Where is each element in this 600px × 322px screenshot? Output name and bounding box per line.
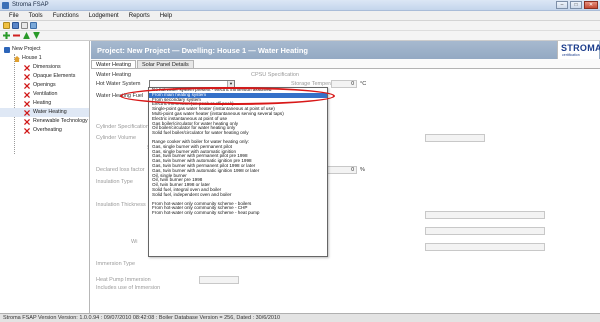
tree-item-label: New Project (12, 46, 41, 52)
tree-item-overheating[interactable]: Overheating (0, 126, 89, 135)
menu-bar: File Tools Functions Lodgement Reports H… (0, 11, 600, 21)
project-tree: New Project House 1 Dimensions Opaque El… (0, 41, 90, 313)
tree-item-water-heating[interactable]: Water Heating (0, 108, 89, 117)
cylinder-volume-input[interactable] (425, 134, 485, 142)
tree-item-house[interactable]: House 1 (0, 54, 89, 63)
declared-loss-factor-label: Declared loss factor (96, 167, 145, 173)
tree-item-label: Opaque Elements (33, 73, 76, 79)
page-banner: Project: New Project — Dwelling: House 1… (91, 41, 600, 59)
storage-temperature-unit: °C (360, 81, 367, 87)
insulation-thickness-label: Insulation Thickness (96, 202, 146, 208)
save-icon[interactable] (12, 22, 19, 29)
water-heating-fuel-label: Water Heating Fuel (96, 93, 144, 99)
cylinder-volume-label: Cylinder Volume (96, 135, 137, 141)
menu-lodgement[interactable]: Lodgement (84, 11, 124, 20)
declared-loss-unit: % (360, 167, 365, 173)
insulation-type-label: Insulation Type (96, 179, 133, 185)
water-heating-heading: Water Heating (96, 72, 131, 78)
includes-immersion-label: Includes use of Immersion (96, 285, 161, 291)
error-cross-icon (24, 110, 30, 116)
storage-temperature-input[interactable]: 0 (331, 80, 357, 88)
tree-item-dimensions[interactable]: Dimensions (0, 63, 89, 72)
minimize-button[interactable]: – (556, 1, 568, 9)
heat-pump-immersion-select[interactable] (199, 276, 239, 284)
print-icon[interactable] (30, 22, 37, 29)
remove-icon[interactable] (13, 34, 20, 37)
tree-item-openings[interactable]: Openings (0, 81, 89, 90)
insulation-thickness-select[interactable] (425, 211, 545, 219)
wi-label: Wi (131, 239, 138, 245)
open-folder-icon[interactable] (3, 22, 10, 29)
add-icon[interactable] (3, 32, 10, 39)
menu-help[interactable]: Help (155, 11, 177, 20)
menu-tools[interactable]: Tools (24, 11, 48, 20)
stroma-logo: STROMA certification (557, 41, 600, 59)
move-up-icon[interactable] (23, 32, 30, 39)
immersion-select[interactable] (425, 243, 545, 251)
hot-water-system-label: Hot Water System (96, 81, 141, 87)
error-cross-icon (24, 65, 30, 71)
tree-item-label: Dimensions (33, 64, 61, 70)
toolbar-top (0, 21, 600, 31)
error-cross-icon (24, 128, 30, 134)
tree-item-project[interactable]: New Project (0, 45, 89, 54)
tree-item-label: Heating (33, 100, 52, 106)
tree-item-label: Water Heating (33, 109, 67, 115)
menu-reports[interactable]: Reports (124, 11, 155, 20)
menu-file[interactable]: File (4, 11, 24, 20)
close-button[interactable]: ✕ (584, 1, 598, 9)
heat-pump-immersion-label: Heat Pump Immersion (96, 277, 151, 283)
page-title: Project: New Project — Dwelling: House 1… (97, 46, 309, 55)
logo-subtext: certification (562, 53, 580, 57)
window-title: Stroma FSAP (12, 2, 49, 8)
error-cross-icon (24, 83, 30, 89)
status-text: Stroma FSAP Version Version: 1.0.0.94 : … (3, 315, 281, 321)
house-icon (14, 56, 20, 62)
tree-item-heating[interactable]: Heating (0, 99, 89, 108)
title-bar: Stroma FSAP – □ ✕ (0, 0, 600, 11)
dropdown-option[interactable]: From hot-water only community scheme - h… (149, 210, 327, 216)
tree-item-label: Ventilation (33, 91, 58, 97)
logo-text: STROMA (561, 43, 600, 53)
app-icon (2, 2, 9, 9)
error-cross-icon (24, 101, 30, 107)
error-cross-icon (24, 92, 30, 98)
error-cross-icon (24, 119, 30, 125)
hot-water-system-dropdown[interactable]: No hot water system present - electric i… (148, 87, 328, 257)
insulation-extra-select[interactable] (425, 227, 545, 235)
move-down-icon[interactable] (33, 32, 40, 39)
tree-item-opaque-elements[interactable]: Opaque Elements (0, 72, 89, 81)
project-icon (4, 47, 10, 53)
immersion-type-label: Immersion Type (96, 261, 136, 267)
tree-item-label: Overheating (33, 127, 62, 133)
tree-item-label: House 1 (22, 55, 42, 61)
cpsu-specification-label: CPSU Specification (251, 72, 299, 78)
tree-item-ventilation[interactable]: Ventilation (0, 90, 89, 99)
new-document-icon[interactable] (21, 22, 28, 29)
cylinder-specification-label: Cylinder Specification (96, 124, 149, 130)
menu-functions[interactable]: Functions (48, 11, 84, 20)
error-cross-icon (24, 74, 30, 80)
status-bar: Stroma FSAP Version Version: 1.0.0.94 : … (0, 313, 600, 322)
tree-item-label: Openings (33, 82, 56, 88)
maximize-button[interactable]: □ (570, 1, 582, 9)
tree-item-renewable-technology[interactable]: Renewable Technology (0, 117, 89, 126)
toolbar-tree (0, 31, 600, 41)
tree-item-label: Renewable Technology (33, 118, 88, 124)
